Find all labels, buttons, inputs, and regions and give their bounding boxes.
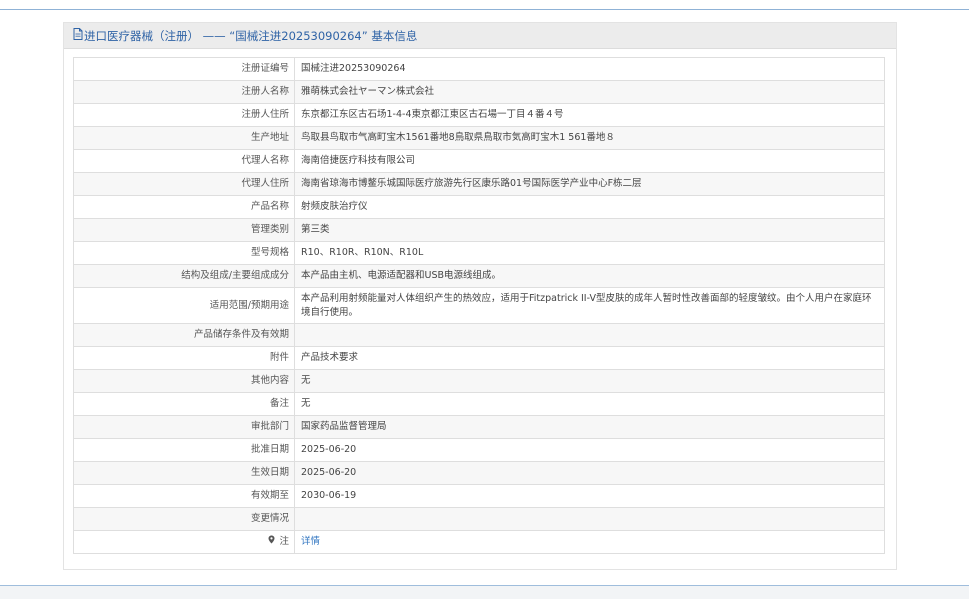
table-row: 代理人名称 海南倍捷医疗科技有限公司 <box>73 149 885 173</box>
table-row: 注册人住所 东京都江东区古石场1-4-4東京都江東区古石場一丁目４番４号 <box>73 103 885 127</box>
row-value: 无 <box>294 392 885 416</box>
table-row: 结构及组成/主要组成成分 本产品由主机、电源适配器和USB电源线组成。 <box>73 264 885 288</box>
bottom-band <box>0 585 969 599</box>
row-value: R10、R10R、R10N、R10L <box>294 241 885 265</box>
table-row: 批准日期 2025-06-20 <box>73 438 885 462</box>
row-label: 适用范围/预期用途 <box>73 287 295 324</box>
row-label: 附件 <box>73 346 295 370</box>
row-value: 海南省琼海市博鳌乐城国际医疗旅游先行区康乐路01号国际医学产业中心F栋二层 <box>294 172 885 196</box>
row-value: 海南倍捷医疗科技有限公司 <box>294 149 885 173</box>
table-row: 生效日期 2025-06-20 <box>73 461 885 485</box>
row-label: 生产地址 <box>73 126 295 150</box>
row-value: 2025-06-20 <box>294 438 885 462</box>
row-value: 2025-06-20 <box>294 461 885 485</box>
row-value <box>294 507 885 531</box>
row-label: 产品名称 <box>73 195 295 219</box>
row-label: 型号规格 <box>73 241 295 265</box>
note-label: 注 <box>279 536 289 547</box>
row-label: 有效期至 <box>73 484 295 508</box>
row-value: 鸟取县鸟取市气高町宝木1561番地8鳥取県鳥取市気高町宝木1 561番地８ <box>294 126 885 150</box>
table-row: 其他内容 无 <box>73 369 885 393</box>
row-label: 结构及组成/主要组成成分 <box>73 264 295 288</box>
row-label: 注册人住所 <box>73 103 295 127</box>
row-label: 生效日期 <box>73 461 295 485</box>
row-value: 无 <box>294 369 885 393</box>
document-icon <box>73 28 83 43</box>
row-value: 第三类 <box>294 218 885 242</box>
table-row: 适用范围/预期用途 本产品利用射频能量对人体组织产生的热效应，适用于Fitzpa… <box>73 287 885 324</box>
note-value-cell: 详情 <box>294 530 885 554</box>
row-label: 产品储存条件及有效期 <box>73 323 295 347</box>
table-row: 附件 产品技术要求 <box>73 346 885 370</box>
info-table: 注册证编号 国械注进20253090264 注册人名称 雅萌株式会社ヤーマン株式… <box>73 57 885 554</box>
row-label: 管理类别 <box>73 218 295 242</box>
table-row: 产品名称 射频皮肤治疗仪 <box>73 195 885 219</box>
row-value: 国家药品监督管理局 <box>294 415 885 439</box>
row-value: 本产品由主机、电源适配器和USB电源线组成。 <box>294 264 885 288</box>
row-label: 注册人名称 <box>73 80 295 104</box>
table-row: 审批部门 国家药品监督管理局 <box>73 415 885 439</box>
details-link[interactable]: 详情 <box>301 536 320 547</box>
row-label: 注册证编号 <box>73 57 295 81</box>
row-label: 审批部门 <box>73 415 295 439</box>
table-row: 型号规格 R10、R10R、R10N、R10L <box>73 241 885 265</box>
panel-header: 进口医疗器械（注册） —— “国械注进20253090264” 基本信息 <box>64 23 896 49</box>
row-label: 代理人名称 <box>73 149 295 173</box>
table-row: 产品储存条件及有效期 <box>73 323 885 347</box>
row-value: 东京都江东区古石场1-4-4東京都江東区古石場一丁目４番４号 <box>294 103 885 127</box>
map-pin-icon <box>268 535 278 546</box>
note-row: 注 详情 <box>73 530 885 554</box>
table-row: 注册人名称 雅萌株式会社ヤーマン株式会社 <box>73 80 885 104</box>
row-label: 备注 <box>73 392 295 416</box>
detail-panel: 进口医疗器械（注册） —— “国械注进20253090264” 基本信息 注册证… <box>63 22 897 570</box>
table-row: 备注 无 <box>73 392 885 416</box>
row-label: 批准日期 <box>73 438 295 462</box>
row-label: 变更情况 <box>73 507 295 531</box>
row-value: 本产品利用射频能量对人体组织产生的热效应，适用于Fitzpatrick II-V… <box>294 287 885 324</box>
row-value: 国械注进20253090264 <box>294 57 885 81</box>
note-label-cell: 注 <box>73 530 295 554</box>
table-row: 变更情况 <box>73 507 885 531</box>
table-row: 注册证编号 国械注进20253090264 <box>73 57 885 81</box>
row-value <box>294 323 885 347</box>
panel-title: 进口医疗器械（注册） —— “国械注进20253090264” 基本信息 <box>84 28 418 43</box>
row-value: 射频皮肤治疗仪 <box>294 195 885 219</box>
table-row: 生产地址 鸟取县鸟取市气高町宝木1561番地8鳥取県鳥取市気高町宝木1 561番… <box>73 126 885 150</box>
table-row: 代理人住所 海南省琼海市博鳌乐城国际医疗旅游先行区康乐路01号国际医学产业中心F… <box>73 172 885 196</box>
top-divider <box>0 9 969 10</box>
table-row: 管理类别 第三类 <box>73 218 885 242</box>
row-label: 其他内容 <box>73 369 295 393</box>
table-row: 有效期至 2030-06-19 <box>73 484 885 508</box>
row-value: 2030-06-19 <box>294 484 885 508</box>
row-label: 代理人住所 <box>73 172 295 196</box>
row-value: 产品技术要求 <box>294 346 885 370</box>
row-value: 雅萌株式会社ヤーマン株式会社 <box>294 80 885 104</box>
